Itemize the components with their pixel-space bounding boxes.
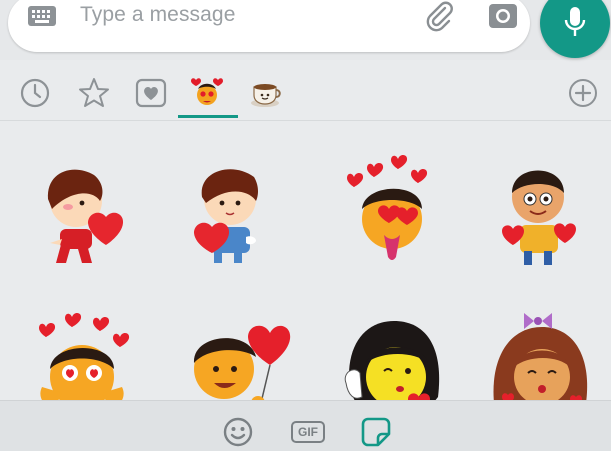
selected-tab-indicator xyxy=(178,115,238,118)
mic-button[interactable] xyxy=(540,0,610,58)
sticker-boy-heart-bouquet[interactable] xyxy=(176,153,296,273)
keyboard-mode-bar: GIF xyxy=(0,400,611,451)
sticker-boy-red-heart[interactable] xyxy=(22,153,142,273)
sticker-tabs xyxy=(0,70,611,120)
gif-button[interactable]: GIF xyxy=(291,421,325,443)
sticker-grid xyxy=(0,121,611,400)
message-placeholder: Type a message xyxy=(80,3,236,26)
message-input[interactable]: Type a message xyxy=(8,0,530,52)
composer-bar: Type a message xyxy=(0,0,611,60)
boy-hearts-pack-icon[interactable] xyxy=(190,76,224,110)
coffee-cup-pack-icon[interactable] xyxy=(249,76,283,110)
sticker-boy-blushing-hearts[interactable] xyxy=(480,153,600,273)
camera-icon[interactable] xyxy=(488,1,518,31)
gif-label: GIF xyxy=(298,425,318,439)
sticker-icon[interactable] xyxy=(360,416,392,448)
microphone-icon xyxy=(564,7,586,36)
heart-box-icon[interactable] xyxy=(134,76,168,110)
keyboard-icon[interactable] xyxy=(27,5,57,27)
sticker-boy-heart-balloon[interactable] xyxy=(176,307,296,400)
sticker-face-heart-eyes-hearts[interactable] xyxy=(334,153,454,273)
plus-circle-icon[interactable] xyxy=(566,76,600,110)
star-icon[interactable] xyxy=(77,76,111,110)
clock-icon[interactable] xyxy=(18,76,52,110)
sticker-girl-wink-ok[interactable] xyxy=(334,307,454,400)
paperclip-icon[interactable] xyxy=(423,0,455,32)
sticker-girl-kiss-bow[interactable] xyxy=(480,307,600,400)
sticker-face-hearts-halo[interactable] xyxy=(22,307,142,400)
emoji-face-icon[interactable] xyxy=(222,416,254,448)
